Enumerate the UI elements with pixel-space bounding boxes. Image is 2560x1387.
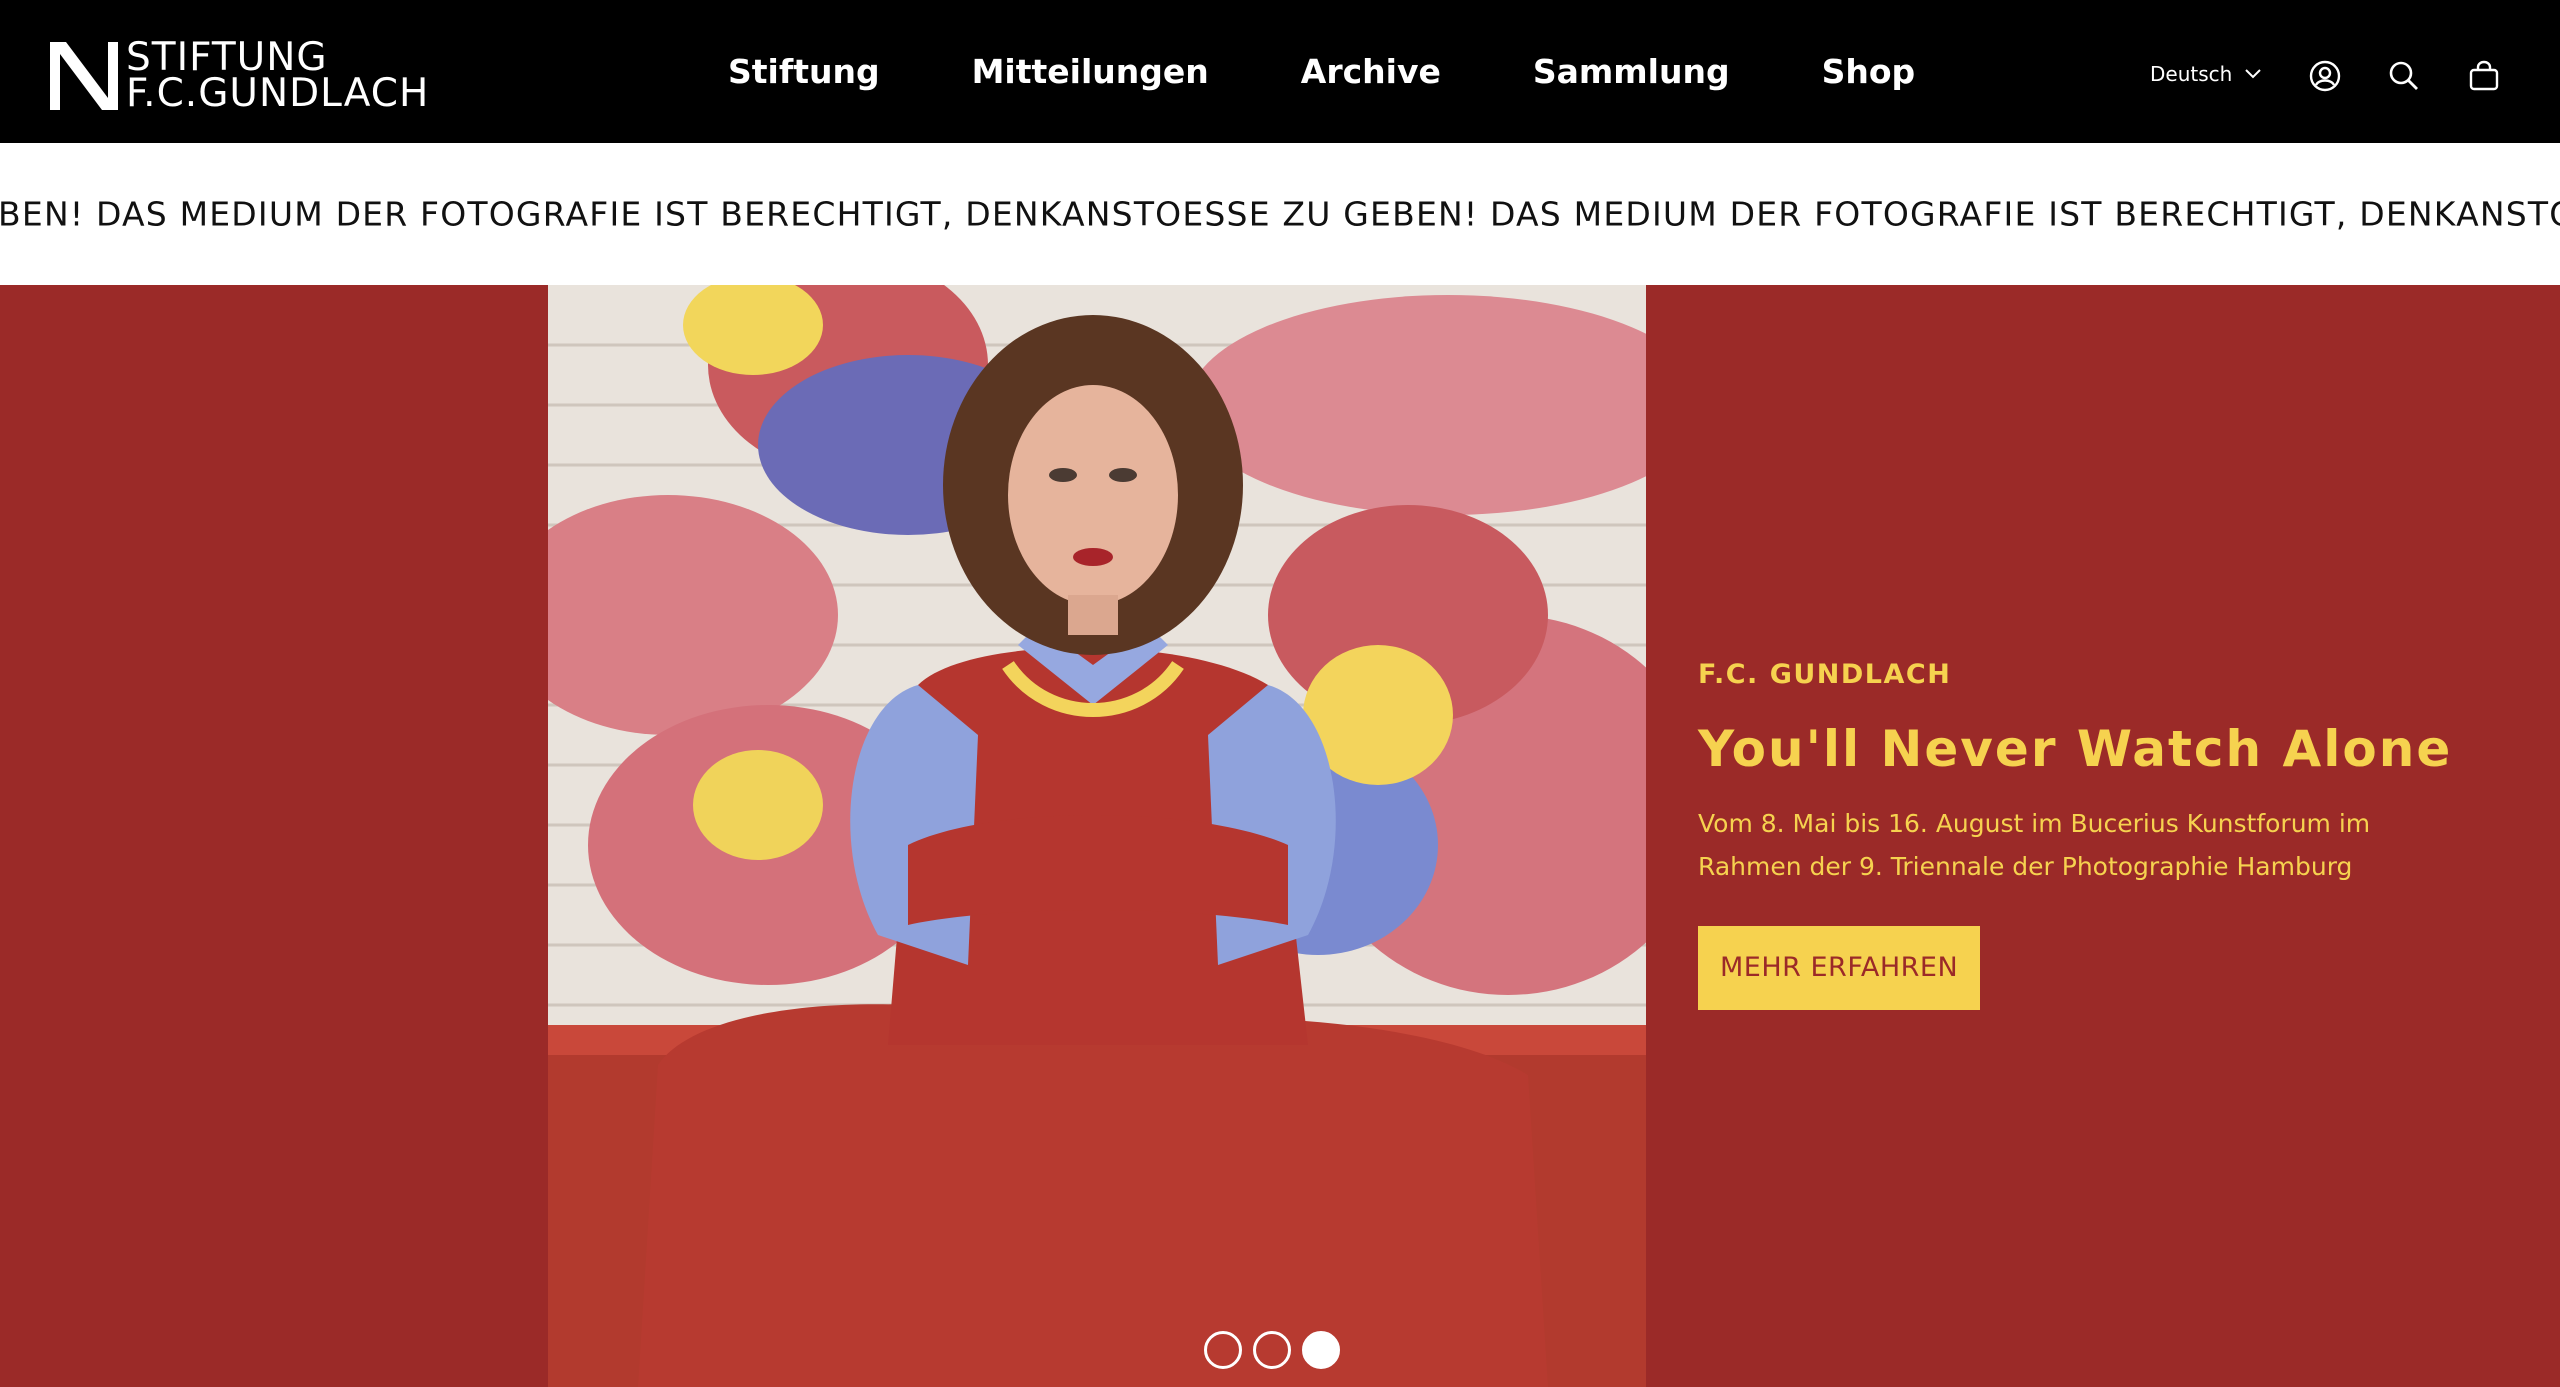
cart-icon[interactable] <box>2466 58 2502 94</box>
search-icon[interactable] <box>2386 58 2422 94</box>
site-header: STIFTUNG F.C.GUNDLACH Stiftung Mitteilun… <box>0 0 2560 143</box>
ticker-text: EBEN! DAS MEDIUM DER FOTOGRAFIE IST BERE… <box>0 194 2560 234</box>
language-label: Deutsch <box>2150 62 2233 86</box>
account-icon[interactable] <box>2307 58 2343 94</box>
logo-line-2: F.C.GUNDLACH <box>126 71 430 116</box>
logo-wordmark: STIFTUNG F.C.GUNDLACH <box>126 38 430 116</box>
hero-subtitle: Vom 8. Mai bis 16. August im Bucerius Ku… <box>1698 809 2371 881</box>
nav-item-sammlung[interactable]: Sammlung <box>1533 52 1730 91</box>
hero-slider: F.C. GUNDLACH You'll Never Watch Alone V… <box>0 285 2560 1387</box>
slider-dot-1[interactable] <box>1204 1331 1242 1369</box>
hero-title: You'll Never Watch Alone <box>1698 720 2453 778</box>
nav-item-archive[interactable]: Archive <box>1301 52 1441 91</box>
nav-item-mitteilungen[interactable]: Mitteilungen <box>972 52 1209 91</box>
mehr-erfahren-button[interactable]: MEHR ERFAHREN <box>1698 926 1981 1010</box>
slider-dot-2[interactable] <box>1253 1331 1291 1369</box>
hero-photo <box>548 285 1646 1387</box>
logo-mark-icon <box>50 42 118 110</box>
nav-item-stiftung[interactable]: Stiftung <box>728 52 880 91</box>
slider-pagination <box>1204 1331 1351 1369</box>
site-logo[interactable]: STIFTUNG F.C.GUNDLACH <box>48 38 438 116</box>
hero-eyebrow: F.C. GUNDLACH <box>1698 659 1952 690</box>
hero-copy: F.C. GUNDLACH You'll Never Watch Alone V… <box>1698 659 2458 1010</box>
slider-dot-3[interactable] <box>1302 1331 1340 1369</box>
chevron-down-icon <box>2245 69 2262 79</box>
main-nav: Stiftung Mitteilungen Archive Sammlung S… <box>700 0 1961 143</box>
announcement-ticker: EBEN! DAS MEDIUM DER FOTOGRAFIE IST BERE… <box>0 143 2560 285</box>
nav-item-shop[interactable]: Shop <box>1822 52 1916 91</box>
language-selector[interactable]: Deutsch <box>2150 58 2262 90</box>
